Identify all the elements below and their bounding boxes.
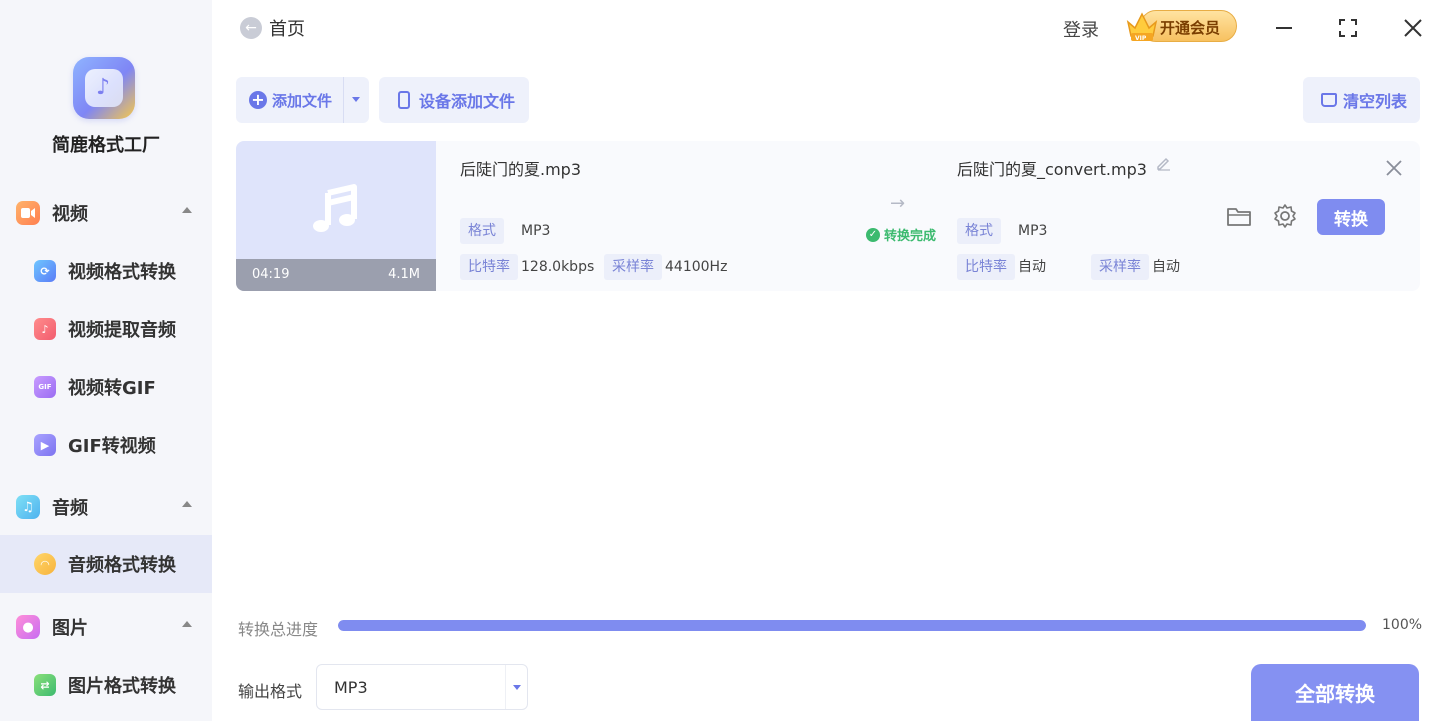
target-sample-rate-value: 自动 (1152, 259, 1180, 275)
minimize-icon (1276, 27, 1292, 29)
convert-all-button[interactable]: 全部转换 (1251, 664, 1419, 721)
sidebar-item-label: 视频转GIF (68, 378, 156, 399)
file-thumbnail: 04:19 4.1M (236, 141, 436, 291)
gif-video-icon: ▶ (34, 434, 56, 456)
minimize-button[interactable] (1270, 14, 1298, 42)
gif-icon: GIF (34, 376, 56, 398)
sidebar-section-video[interactable]: 视频 (0, 193, 212, 233)
collapse-caret-icon[interactable] (182, 621, 192, 627)
headphones-icon: ◠ (34, 553, 56, 575)
clear-list-button[interactable]: 清空列表 (1303, 77, 1420, 123)
video-convert-icon: ⟳ (34, 260, 56, 282)
close-window-button[interactable] (1399, 14, 1427, 42)
app-logo-icon (73, 57, 135, 119)
sidebar-section-audio[interactable]: ♫ 音频 (0, 487, 212, 527)
sidebar-item-video-to-gif[interactable]: GIF 视频转GIF (0, 358, 212, 416)
image-convert-icon: ⇄ (34, 674, 56, 696)
sidebar-section-label: 图片 (52, 618, 88, 639)
sidebar-section-label: 音频 (52, 498, 88, 519)
chevron-down-icon[interactable] (513, 685, 521, 690)
sidebar-item-gif-to-video[interactable]: ▶ GIF转视频 (0, 416, 212, 474)
back-arrow-icon: ← (240, 17, 262, 39)
sidebar-item-audio-convert[interactable]: ◠ 音频格式转换 (0, 535, 212, 593)
sidebar-item-label: GIF转视频 (68, 436, 156, 457)
login-link[interactable]: 登录 (1063, 16, 1099, 42)
vip-badge-text: VIP (1135, 35, 1147, 42)
gear-icon[interactable] (1272, 203, 1298, 229)
status-text: 转换完成 (884, 229, 937, 244)
basket-icon (1321, 93, 1337, 107)
sidebar: 简鹿格式工厂 视频 ⟳ 视频格式转换 ♪ 视频提取音频 GIF 视频转GIF ▶… (0, 0, 212, 721)
target-format-tag: 格式 (957, 218, 1001, 244)
chevron-down-icon[interactable] (352, 97, 360, 102)
target-file-name: 后陡门的夏_convert.mp3 (957, 160, 1147, 179)
sidebar-section-label: 视频 (52, 204, 88, 225)
source-sample-rate-value: 44100Hz (665, 259, 728, 275)
vip-label: 开通会员 (1160, 19, 1221, 37)
sidebar-item-label: 视频格式转换 (68, 262, 176, 283)
progress-label: 转换总进度 (238, 620, 319, 639)
video-icon (16, 201, 40, 225)
app-name: 简鹿格式工厂 (52, 135, 160, 156)
sidebar-item-video-extract-audio[interactable]: ♪ 视频提取音频 (0, 300, 212, 358)
source-file-name: 后陡门的夏.mp3 (460, 160, 582, 179)
device-add-label: 设备添加文件 (419, 92, 516, 111)
file-size: 4.1M (388, 267, 420, 282)
add-file-button[interactable]: + 添加文件 (236, 77, 369, 123)
target-format-value: MP3 (1018, 223, 1048, 239)
maximize-icon (1339, 19, 1357, 37)
sidebar-item-label: 视频提取音频 (68, 320, 176, 341)
remove-file-icon[interactable] (1384, 158, 1404, 178)
audio-icon: ♫ (16, 495, 40, 519)
convert-button[interactable]: 转换 (1317, 199, 1385, 235)
extract-audio-icon: ♪ (34, 318, 56, 340)
check-circle-icon: ✓ (866, 227, 880, 242)
target-bitrate-value: 自动 (1018, 259, 1046, 275)
back-home-button[interactable]: ← 首页 (240, 16, 305, 40)
sidebar-item-video-convert[interactable]: ⟳ 视频格式转换 (0, 242, 212, 300)
source-sample-rate-tag: 采样率 (604, 254, 662, 280)
file-card: 04:19 4.1M 后陡门的夏.mp3 格式 MP3 比特率 128.0kbp… (236, 141, 1420, 291)
vip-button[interactable]: VIP 开通会员 (1124, 10, 1237, 44)
progress-bar (338, 620, 1366, 631)
phone-icon (398, 91, 410, 109)
arrow-right-icon: → (890, 193, 906, 214)
output-format-label: 输出格式 (238, 682, 303, 701)
output-format-value: MP3 (334, 678, 368, 697)
maximize-button[interactable] (1334, 14, 1362, 42)
sidebar-item-label: 图片格式转换 (68, 676, 176, 697)
device-add-file-button[interactable]: 设备添加文件 (379, 77, 529, 123)
sidebar-item-label: 音频格式转换 (68, 555, 176, 576)
progress-fill (338, 620, 1366, 631)
file-duration: 04:19 (252, 267, 290, 282)
add-file-label: 添加文件 (272, 91, 333, 110)
source-bitrate-value: 128.0kbps (521, 259, 595, 275)
output-format-select[interactable]: MP3 (316, 664, 528, 710)
source-bitrate-tag: 比特率 (460, 254, 518, 280)
image-icon: ● (16, 615, 40, 639)
collapse-caret-icon[interactable] (182, 207, 192, 213)
status-badge: ✓ 转换完成 (866, 225, 936, 244)
source-format-value: MP3 (521, 223, 551, 239)
folder-icon[interactable] (1226, 204, 1252, 228)
collapse-caret-icon[interactable] (182, 501, 192, 507)
sidebar-item-image-convert[interactable]: ⇄ 图片格式转换 (0, 656, 212, 714)
sidebar-section-image[interactable]: ● 图片 (0, 607, 212, 647)
close-icon (1404, 19, 1422, 37)
target-sample-rate-tag: 采样率 (1091, 254, 1149, 280)
progress-percent: 100% (1382, 617, 1423, 633)
clear-list-label: 清空列表 (1343, 92, 1408, 111)
crown-icon: VIP (1126, 12, 1158, 42)
plus-icon: + (249, 91, 267, 109)
target-bitrate-tag: 比特率 (957, 254, 1015, 280)
source-format-tag: 格式 (460, 218, 504, 244)
music-note-icon (313, 184, 357, 232)
back-label: 首页 (269, 19, 305, 40)
pencil-icon[interactable] (1156, 155, 1172, 171)
